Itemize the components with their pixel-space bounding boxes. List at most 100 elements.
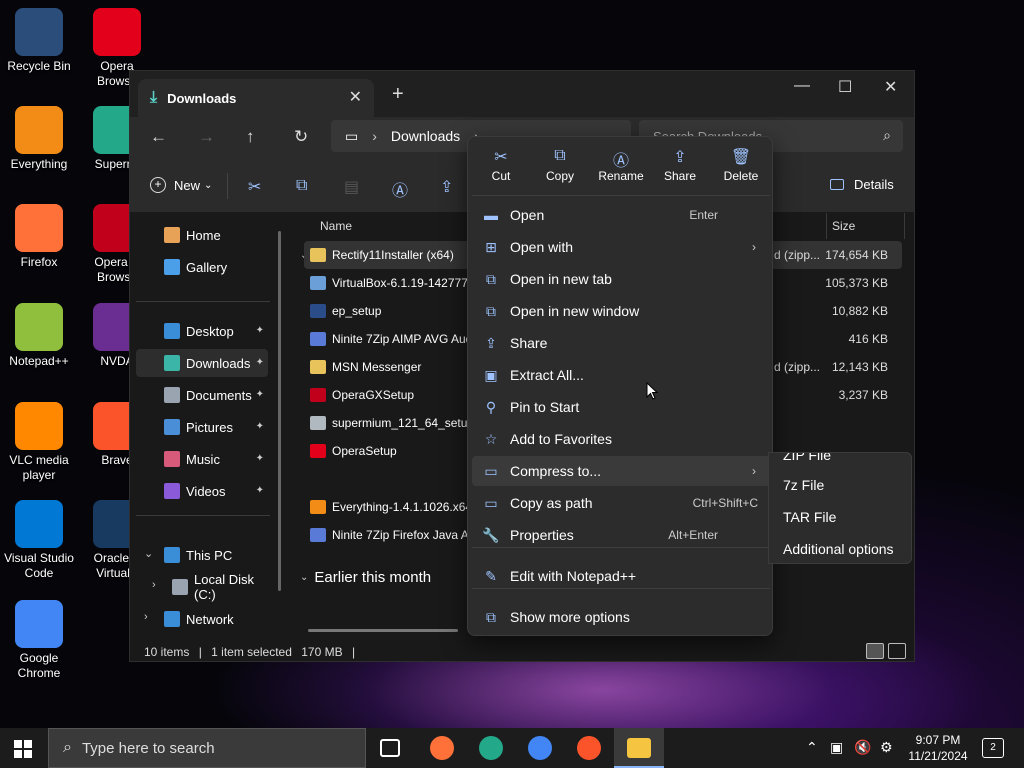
supermium-icon[interactable] [479, 736, 503, 760]
sidebar-tree-local-disk-c-[interactable]: › Local Disk (C:) [136, 572, 268, 602]
details-button[interactable]: Details [830, 177, 894, 192]
copy-button[interactable]: ⧉ Copy [530, 147, 590, 183]
menu-item-compress-to[interactable]: ▭ Compress to... › [472, 456, 770, 486]
menu-item-open-with[interactable]: ⊞ Open with › [472, 232, 770, 262]
start-button[interactable] [14, 740, 32, 758]
task-view-icon[interactable] [380, 739, 400, 757]
file-icon [310, 416, 326, 430]
desktop-icon[interactable]: Visual Studio Code [0, 500, 78, 581]
view-switcher [862, 643, 906, 659]
sidebar-item-home[interactable]: Home [136, 221, 268, 249]
desktop-icon[interactable]: Recycle Bin [0, 8, 78, 74]
delete-button[interactable]: 🗑 Delete [711, 147, 771, 183]
menu-item-label: Extract All... [510, 367, 584, 383]
desktop-icon[interactable]: Notepad++ [0, 303, 78, 369]
close-button[interactable]: ✕ [884, 77, 897, 97]
sidebar-tree-label: This PC [186, 547, 233, 563]
up-button[interactable]: ↑ [246, 127, 255, 147]
horizontal-scrollbar[interactable] [308, 629, 458, 632]
column-header-name[interactable]: Name [320, 219, 352, 233]
maximize-button[interactable]: ☐ [838, 77, 852, 97]
network-icon[interactable]: ▣ [830, 739, 843, 756]
share-button[interactable]: ⇪ Share [650, 147, 710, 183]
rename-icon[interactable]: Ⓐ [392, 177, 408, 201]
back-button[interactable]: ← [150, 127, 167, 147]
sidebar-item-desktop[interactable]: Desktop ✦ [136, 317, 268, 345]
menu-item-properties[interactable]: 🔧 Properties Alt+Enter [472, 520, 770, 550]
desktop-icon[interactable]: Firefox [0, 204, 78, 270]
rename-button[interactable]: Ⓐ Rename [591, 147, 651, 183]
sidebar-item-documents[interactable]: Documents ✦ [136, 381, 268, 409]
tab-close-button[interactable]: ✕ [349, 87, 362, 107]
chevron-icon[interactable]: › [152, 579, 156, 591]
new-tab-button[interactable]: + [392, 83, 404, 106]
sidebar-item-downloads[interactable]: Downloads ✦ [136, 349, 268, 377]
menu-item-show-more-options[interactable]: ⧉ Show more options [472, 602, 770, 632]
sidebar-tree-this-pc[interactable]: ⌄ This PC [136, 541, 268, 569]
tiles-view-button[interactable] [888, 643, 906, 659]
clock-date: 11/21/2024 [908, 749, 968, 763]
desktop-icon[interactable]: Google Chrome [0, 600, 78, 681]
group-header[interactable]: ⌄ Earlier this month [300, 569, 431, 586]
share-icon[interactable]: ⇪ [440, 177, 453, 197]
sidebar-item-videos[interactable]: Videos ✦ [136, 477, 268, 505]
sidebar-item-pictures[interactable]: Pictures ✦ [136, 413, 268, 441]
chevron-up-icon[interactable]: ⌃ [806, 739, 818, 756]
column-divider[interactable] [826, 213, 827, 239]
column-header-size[interactable]: Size [832, 219, 855, 233]
desktop-icon-label: Google Chrome [17, 651, 61, 680]
menu-item-add-to-favorites[interactable]: ☆ Add to Favorites [472, 424, 770, 454]
chevron-icon[interactable]: › [144, 611, 148, 623]
menu-item-label: Show more options [510, 609, 630, 625]
submenu-item-7z-file[interactable]: 7z File [783, 477, 824, 493]
menu-item-share[interactable]: ⇪ Share [472, 328, 770, 358]
menu-item-open[interactable]: ▬ Open Enter [472, 200, 770, 230]
clock[interactable]: 9:07 PM 11/21/2024 [906, 732, 970, 764]
breadcrumb-downloads[interactable]: Downloads [391, 128, 460, 144]
share-icon: ⇪ [673, 149, 687, 166]
sidebar-scrollbar[interactable] [278, 231, 281, 591]
cut-button[interactable]: ✂ Cut [471, 147, 531, 183]
desktop-icon[interactable]: Everything [0, 106, 78, 172]
taskbar-search[interactable]: ⌕ Type here to search [48, 728, 366, 768]
menu-item-open-in-new-tab[interactable]: ⧉ Open in new tab [472, 264, 770, 294]
menu-item-copy-as-path[interactable]: ▭ Copy as path Ctrl+Shift+C [472, 488, 770, 518]
sidebar-item-music[interactable]: Music ✦ [136, 445, 268, 473]
new-tab-icon: ⧉ [486, 270, 496, 287]
sidebar-item-label: Music [186, 451, 220, 467]
paste-icon[interactable]: ▤ [344, 177, 359, 197]
copy-icon[interactable]: ⧉ [296, 177, 307, 195]
desktop-icon[interactable]: VLC media player [0, 402, 78, 483]
new-button[interactable]: + New ⌄ [150, 177, 212, 193]
share-icon: ⇪ [485, 334, 497, 351]
submenu-item-additional-options[interactable]: Additional options [783, 541, 894, 557]
menu-item-pin-to-start[interactable]: ⚲ Pin to Start [472, 392, 770, 422]
firefox-icon[interactable] [430, 736, 454, 760]
pin-icon: ✦ [255, 453, 264, 464]
quick-action-label: Copy [545, 169, 574, 183]
submenu-item-zip-file[interactable]: ZIP File [783, 453, 831, 463]
minimize-button[interactable]: — [794, 77, 810, 95]
menu-item-label: Share [510, 335, 548, 351]
brave-icon[interactable] [577, 736, 601, 760]
details-view-button[interactable] [866, 643, 884, 659]
sidebar-tree-network[interactable]: › Network [136, 605, 268, 633]
item-count: 10 items [144, 645, 190, 659]
menu-item-extract-all[interactable]: ▣ Extract All... [472, 360, 770, 390]
sidebar-item-gallery[interactable]: Gallery [136, 253, 268, 281]
file-explorer-icon[interactable] [627, 738, 651, 758]
chevron-icon[interactable]: ⌄ [144, 547, 153, 560]
submenu-item-tar-file[interactable]: TAR File [783, 509, 836, 525]
column-divider[interactable] [904, 213, 905, 239]
menu-item-label: Add to Favorites [510, 431, 612, 447]
notification-center-button[interactable]: 2 [982, 738, 1004, 758]
menu-item-edit-with-notepad++[interactable]: ✎ Edit with Notepad++ [472, 561, 770, 591]
gear-icon[interactable]: ⚙ [880, 739, 893, 756]
refresh-button[interactable]: ↻ [294, 127, 308, 147]
volume-muted-icon[interactable]: 🔇 [854, 739, 871, 756]
forward-button[interactable]: → [198, 127, 215, 147]
tab-downloads[interactable]: ⤓ Downloads ✕ [138, 79, 374, 117]
menu-item-open-in-new-window[interactable]: ⧉ Open in new window [472, 296, 770, 326]
cut-icon[interactable]: ✂ [248, 177, 261, 197]
chrome-icon[interactable] [528, 736, 552, 760]
